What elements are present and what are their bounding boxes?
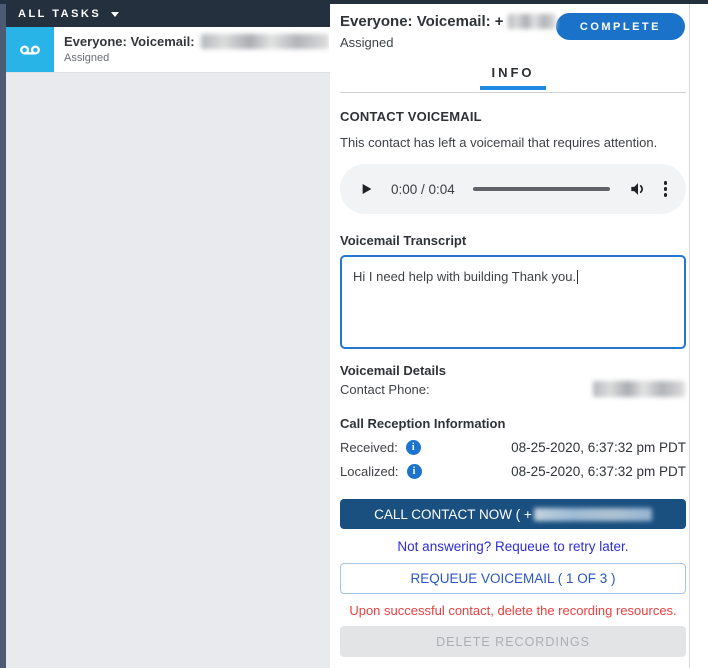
contact-phone-label: Contact Phone:: [340, 382, 430, 397]
transcript-label: Voicemail Transcript: [340, 233, 686, 248]
info-icon[interactable]: i: [407, 464, 422, 479]
localized-timestamp: 08-25-2020, 6:37:32 pm PDT: [511, 464, 686, 479]
call-contact-now-button[interactable]: CALL CONTACT NOW ( +: [340, 499, 686, 529]
voicemail-details-heading: Voicemail Details: [340, 363, 686, 378]
info-icon[interactable]: i: [406, 440, 421, 455]
player-menu-icon[interactable]: [662, 179, 670, 199]
task-detail-title: Everyone: Voicemail: +: [340, 13, 504, 30]
app-window: ALL TASKS Everyone: Voicemail: Assigned: [0, 0, 708, 668]
redacted-phone-number: [201, 34, 329, 49]
tab-bar: INFO: [340, 64, 686, 93]
audio-time: 0:00 / 0:04: [391, 182, 455, 197]
task-filter-dropdown[interactable]: ALL TASKS: [6, 0, 330, 27]
tab-info[interactable]: INFO: [491, 65, 534, 88]
requeue-hint-link[interactable]: Not answering? Requeue to retry later.: [340, 539, 686, 554]
volume-icon[interactable]: [628, 179, 648, 199]
voicemail-icon: [6, 27, 54, 72]
task-detail-panel: Everyone: Voicemail: + Assigned COMPLETE…: [330, 0, 690, 668]
delete-recordings-button[interactable]: DELETE RECORDINGS: [340, 626, 686, 657]
redacted-phone-number: [534, 508, 652, 521]
task-item-title: Everyone: Voicemail:: [64, 34, 195, 49]
received-row: Received: i 08-25-2020, 6:37:32 pm PDT: [340, 440, 686, 455]
task-list-empty-area: [6, 73, 330, 668]
received-label: Received:: [340, 440, 398, 455]
tab-active-indicator: [480, 86, 546, 90]
contact-voicemail-description: This contact has left a voicemail that r…: [340, 135, 686, 150]
contact-voicemail-heading: CONTACT VOICEMAIL: [340, 109, 686, 124]
call-contact-now-label: CALL CONTACT NOW ( +: [374, 507, 532, 522]
task-detail-status: Assigned: [340, 35, 556, 50]
audio-seek-bar[interactable]: [473, 187, 610, 191]
call-reception-heading: Call Reception Information: [340, 416, 686, 431]
task-list-sidebar: ALL TASKS Everyone: Voicemail: Assigned: [6, 0, 330, 668]
task-item-status: Assigned: [64, 52, 329, 64]
play-icon[interactable]: [357, 180, 375, 198]
task-list-item[interactable]: Everyone: Voicemail: Assigned: [6, 27, 330, 73]
audio-player: 0:00 / 0:04: [340, 164, 686, 214]
complete-button[interactable]: COMPLETE: [556, 13, 685, 40]
task-item-body: Everyone: Voicemail: Assigned: [54, 27, 329, 72]
right-gutter: [690, 0, 708, 668]
text-caret: [577, 270, 578, 284]
localized-label: Localized:: [340, 464, 399, 479]
received-timestamp: 08-25-2020, 6:37:32 pm PDT: [511, 440, 686, 455]
transcript-textarea[interactable]: Hi I need help with building Thank you.: [340, 255, 686, 349]
requeue-voicemail-button[interactable]: REQUEUE VOICEMAIL ( 1 OF 3 ): [340, 563, 686, 594]
redacted-phone-number: [593, 381, 685, 397]
delete-warning-text: Upon successful contact, delete the reco…: [340, 603, 686, 618]
task-filter-label: ALL TASKS: [18, 8, 101, 20]
redacted-phone-number: [508, 14, 556, 29]
task-detail-header: Everyone: Voicemail: + Assigned COMPLETE: [340, 4, 686, 50]
chevron-down-icon: [111, 12, 119, 17]
tab-info-label: INFO: [491, 65, 534, 80]
transcript-text: Hi I need help with building Thank you.: [353, 269, 576, 284]
contact-phone-row: Contact Phone:: [340, 381, 686, 397]
localized-row: Localized: i 08-25-2020, 6:37:32 pm PDT: [340, 464, 686, 479]
